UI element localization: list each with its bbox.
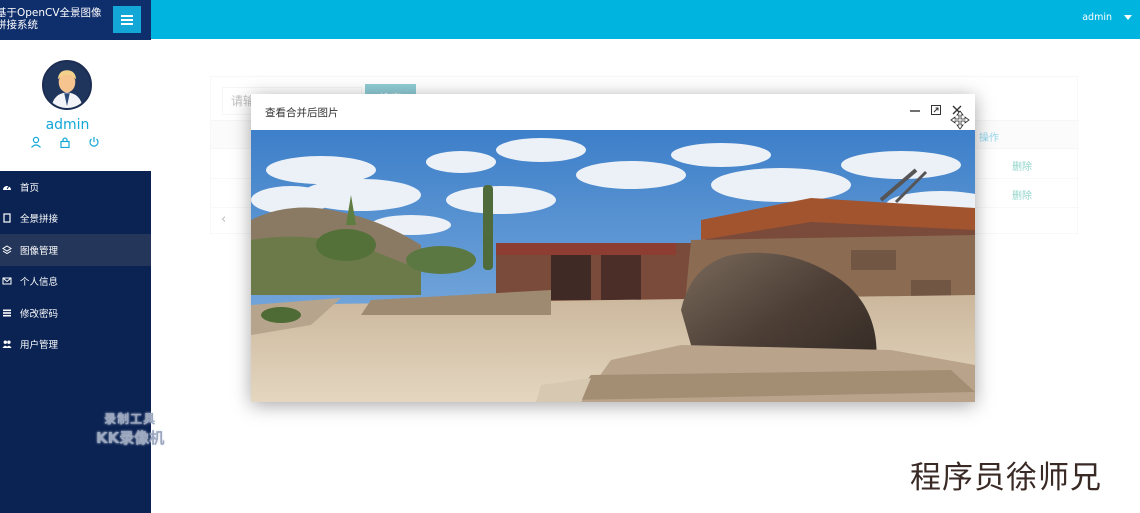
image-preview-modal: 查看合并后图片 <box>251 94 975 402</box>
avatar[interactable] <box>42 60 92 110</box>
user-menu-label: admin <box>1082 12 1112 23</box>
top-bar: admin <box>151 0 1140 39</box>
recorder-watermark: 录制工具 KK录像机 <box>96 410 164 448</box>
maximize-icon[interactable] <box>930 104 942 116</box>
sidebar-item-label: 个人信息 <box>20 277 59 289</box>
recorder-watermark-line1: 录制工具 <box>104 412 157 426</box>
caret-down-icon <box>1124 15 1132 20</box>
minimize-icon[interactable] <box>909 104 921 116</box>
modal-title: 查看合并后图片 <box>265 107 339 119</box>
app-title: 基于OpenCV全景图像拼接系统 <box>0 7 102 31</box>
sidebar-item-image-management[interactable]: 图像管理 <box>0 234 151 266</box>
user-profile: admin <box>0 40 151 171</box>
sidebar-item-label: 全景拼接 <box>20 214 59 226</box>
recorder-watermark-line2: KK录像机 <box>96 429 165 447</box>
envelope-icon <box>2 276 12 286</box>
sidebar-nav: 首页 全景拼接 图像管理 个人信息 修改密码 用户管理 <box>0 171 151 360</box>
users-icon <box>2 339 12 349</box>
dashboard-icon <box>2 182 12 192</box>
list-icon <box>2 308 12 318</box>
hamburger-icon <box>121 14 133 25</box>
menu-toggle-button[interactable] <box>113 6 141 33</box>
stitched-panorama-image <box>251 130 975 402</box>
sidebar-item-home[interactable]: 首页 <box>0 171 151 203</box>
sidebar-item-label: 用户管理 <box>20 340 59 352</box>
profile-username: admin <box>45 117 90 133</box>
sidebar-item-label: 修改密码 <box>20 308 59 320</box>
power-icon[interactable] <box>88 136 100 148</box>
user-icon[interactable] <box>30 136 42 148</box>
sidebar-item-label: 图像管理 <box>20 245 59 257</box>
sidebar-item-change-password[interactable]: 修改密码 <box>0 297 151 329</box>
sidebar-item-user-management[interactable]: 用户管理 <box>0 329 151 361</box>
brand-bar: 基于OpenCV全景图像拼接系统 <box>0 0 151 40</box>
lock-icon[interactable] <box>59 136 71 148</box>
sidebar-item-profile[interactable]: 个人信息 <box>0 266 151 298</box>
sidebar-item-stitch[interactable]: 全景拼接 <box>0 203 151 235</box>
sidebar-item-label: 首页 <box>20 182 40 194</box>
move-cursor-icon <box>950 110 970 130</box>
author-watermark: 程序员徐师兄 <box>910 460 1102 496</box>
modal-header[interactable]: 查看合并后图片 <box>251 94 975 130</box>
user-menu[interactable]: admin <box>1082 12 1132 23</box>
profile-actions <box>30 136 100 148</box>
layers-icon <box>2 245 12 255</box>
document-icon <box>2 213 12 223</box>
